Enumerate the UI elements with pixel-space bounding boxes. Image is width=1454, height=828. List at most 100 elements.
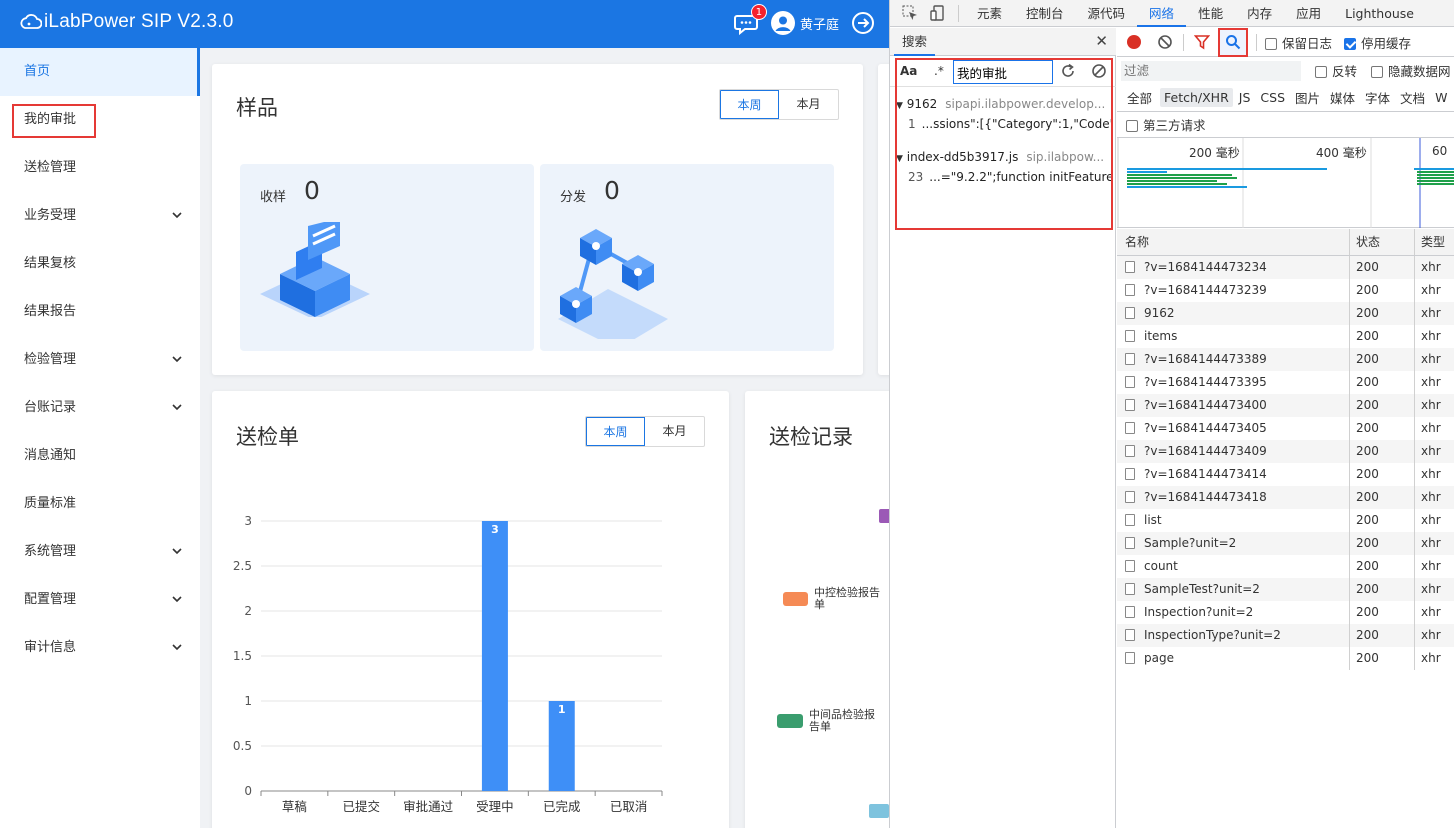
request-name: SampleTest?unit=2 <box>1144 582 1260 596</box>
sidebar-item-business[interactable]: 业务受理 <box>0 192 200 240</box>
tab-memory[interactable]: 内存 <box>1235 0 1284 27</box>
filter-icon[interactable] <box>1194 34 1210 50</box>
record-icon[interactable] <box>1125 33 1143 51</box>
table-row[interactable]: Sample?unit=2 200 xhr <box>1117 532 1454 555</box>
sidebar-item-result-report[interactable]: 结果报告 <box>0 288 200 336</box>
document-icon <box>1125 353 1135 365</box>
third-party-checkbox[interactable]: 第三方请求 <box>1126 118 1206 133</box>
table-row[interactable]: count 200 xhr <box>1117 555 1454 578</box>
distribute-tile[interactable]: 分发 0 <box>540 164 834 351</box>
clear-icon[interactable] <box>1091 63 1107 79</box>
type-filter-doc[interactable]: 文档 <box>1396 86 1429 109</box>
legend-item[interactable]: 中控检验报告单 <box>783 587 889 611</box>
table-row[interactable]: InspectionType?unit=2 200 xhr <box>1117 624 1454 647</box>
sidebar-item-ledger[interactable]: 台账记录 <box>0 384 200 432</box>
x-tick-label: 草稿 <box>282 799 307 814</box>
invert-checkbox[interactable]: 反转 <box>1315 61 1357 80</box>
preserve-log-checkbox[interactable]: 保留日志 <box>1265 33 1332 52</box>
network-timeline-overview[interactable]: 200 毫秒 400 毫秒 60 <box>1117 138 1454 228</box>
column-type-header[interactable]: 类型 <box>1415 229 1454 255</box>
document-icon <box>1125 560 1135 572</box>
user-menu[interactable]: 黄子庭 <box>770 11 839 35</box>
app-logo[interactable]: iLabPower SIP V2.3.0 <box>20 11 234 33</box>
filter-input[interactable] <box>1121 60 1301 81</box>
column-name-header[interactable]: 名称 <box>1117 229 1350 255</box>
type-filter-js[interactable]: JS <box>1235 88 1255 107</box>
inspect-element-icon[interactable] <box>896 0 924 27</box>
search-toggle-button[interactable] <box>1218 27 1248 57</box>
table-row[interactable]: ?v=1684144473418 200 xhr <box>1117 486 1454 509</box>
request-name-cell: ?v=1684144473400 <box>1117 394 1350 417</box>
tab-performance[interactable]: 性能 <box>1186 0 1235 27</box>
legend-item[interactable]: 中间品检验报告单 <box>777 709 885 733</box>
sidebar-item-audit[interactable]: 审计信息 <box>0 624 200 672</box>
tab-elements[interactable]: 元素 <box>965 0 1014 27</box>
receive-sample-tile[interactable]: 收样 0 <box>240 164 534 351</box>
table-row[interactable]: ?v=1684144473414 200 xhr <box>1117 463 1454 486</box>
table-row[interactable]: page 200 xhr <box>1117 647 1454 670</box>
chevron-down-icon <box>172 212 182 219</box>
device-toolbar-icon[interactable] <box>924 0 952 27</box>
table-row[interactable]: ?v=1684144473239 200 xhr <box>1117 279 1454 302</box>
match-case-toggle[interactable]: Aa <box>900 64 917 78</box>
tab-network[interactable]: 网络 <box>1137 0 1187 27</box>
column-status-header[interactable]: 状态 <box>1350 229 1415 255</box>
table-row[interactable]: list 200 xhr <box>1117 509 1454 532</box>
search-input[interactable] <box>953 60 1053 84</box>
tab-console[interactable]: 控制台 <box>1014 0 1076 27</box>
sidebar-item-inspection[interactable]: 检验管理 <box>0 336 200 384</box>
logout-icon[interactable] <box>851 11 875 35</box>
sidebar-item-my-approvals[interactable]: 我的审批 <box>0 96 200 144</box>
table-row[interactable]: 9162 200 xhr <box>1117 302 1454 325</box>
type-filter-ws[interactable]: W <box>1431 88 1451 107</box>
message-button[interactable]: 1 <box>733 4 767 36</box>
sidebar-item-quality[interactable]: 质量标准 <box>0 480 200 528</box>
type-filter-all[interactable]: 全部 <box>1123 86 1156 109</box>
table-row[interactable]: ?v=1684144473234 200 xhr <box>1117 256 1454 279</box>
close-icon[interactable]: ✕ <box>1095 34 1108 49</box>
search-result-group[interactable]: ▼ index-dd5b3917.js sip.ilabpow... 23 ...=… <box>896 150 1112 184</box>
search-result-line[interactable]: 1 ...ssions":[{"Category":1,"Code":... <box>896 117 1112 131</box>
table-row[interactable]: ?v=1684144473389 200 xhr <box>1117 348 1454 371</box>
clear-log-icon[interactable] <box>1157 34 1173 50</box>
search-tab[interactable]: 搜索 <box>894 28 936 56</box>
table-row[interactable]: SampleTest?unit=2 200 xhr <box>1117 578 1454 601</box>
sidebar-item-system[interactable]: 系统管理 <box>0 528 200 576</box>
table-row[interactable]: ?v=1684144473395 200 xhr <box>1117 371 1454 394</box>
type-filter-css[interactable]: CSS <box>1256 88 1289 107</box>
sidebar-item-label: 检验管理 <box>24 352 77 367</box>
bar[interactable] <box>481 521 508 791</box>
sidebar-item-config[interactable]: 配置管理 <box>0 576 200 624</box>
type-filter-fetch-xhr[interactable]: Fetch/XHR <box>1160 88 1233 107</box>
request-name-cell: count <box>1117 555 1350 578</box>
table-row[interactable]: ?v=1684144473409 200 xhr <box>1117 440 1454 463</box>
sidebar-item-messages[interactable]: 消息通知 <box>0 432 200 480</box>
hide-data-urls-checkbox[interactable]: 隐藏数据网 <box>1371 61 1451 80</box>
disable-cache-checkbox[interactable]: 停用缓存 <box>1344 33 1411 52</box>
refresh-icon[interactable] <box>1060 63 1076 79</box>
tab-this-week[interactable]: 本周 <box>720 90 779 119</box>
regex-toggle[interactable]: .* <box>934 64 944 78</box>
third-party-row: 第三方请求 <box>1117 113 1454 138</box>
tab-sources[interactable]: 源代码 <box>1076 0 1138 27</box>
search-result-line[interactable]: 23 ...="9.2.2";function initFeature... <box>896 170 1112 184</box>
table-row[interactable]: items 200 xhr <box>1117 325 1454 348</box>
tab-application[interactable]: 应用 <box>1284 0 1333 27</box>
type-filter-img[interactable]: 图片 <box>1291 86 1324 109</box>
request-name: ?v=1684144473234 <box>1144 260 1267 274</box>
sidebar-item-label: 首页 <box>24 64 51 79</box>
sidebar-item-home[interactable]: 首页 <box>0 48 200 96</box>
table-row[interactable]: ?v=1684144473400 200 xhr <box>1117 394 1454 417</box>
tab-this-month[interactable]: 本月 <box>779 90 838 119</box>
chevron-down-icon <box>172 596 182 603</box>
request-name: page <box>1144 651 1174 665</box>
type-filter-font[interactable]: 字体 <box>1361 86 1394 109</box>
table-row[interactable]: Inspection?unit=2 200 xhr <box>1117 601 1454 624</box>
tab-lighthouse[interactable]: Lighthouse <box>1333 0 1426 27</box>
search-result-group[interactable]: ▼ 9162 sipapi.ilabpower.develop... 1 ...ss… <box>896 97 1112 131</box>
table-row[interactable]: ?v=1684144473405 200 xhr <box>1117 417 1454 440</box>
type-filter-media[interactable]: 媒体 <box>1326 86 1359 109</box>
sidebar-item-submission[interactable]: 送检管理 <box>0 144 200 192</box>
sidebar-item-result-review[interactable]: 结果复核 <box>0 240 200 288</box>
document-icon <box>1125 445 1135 457</box>
